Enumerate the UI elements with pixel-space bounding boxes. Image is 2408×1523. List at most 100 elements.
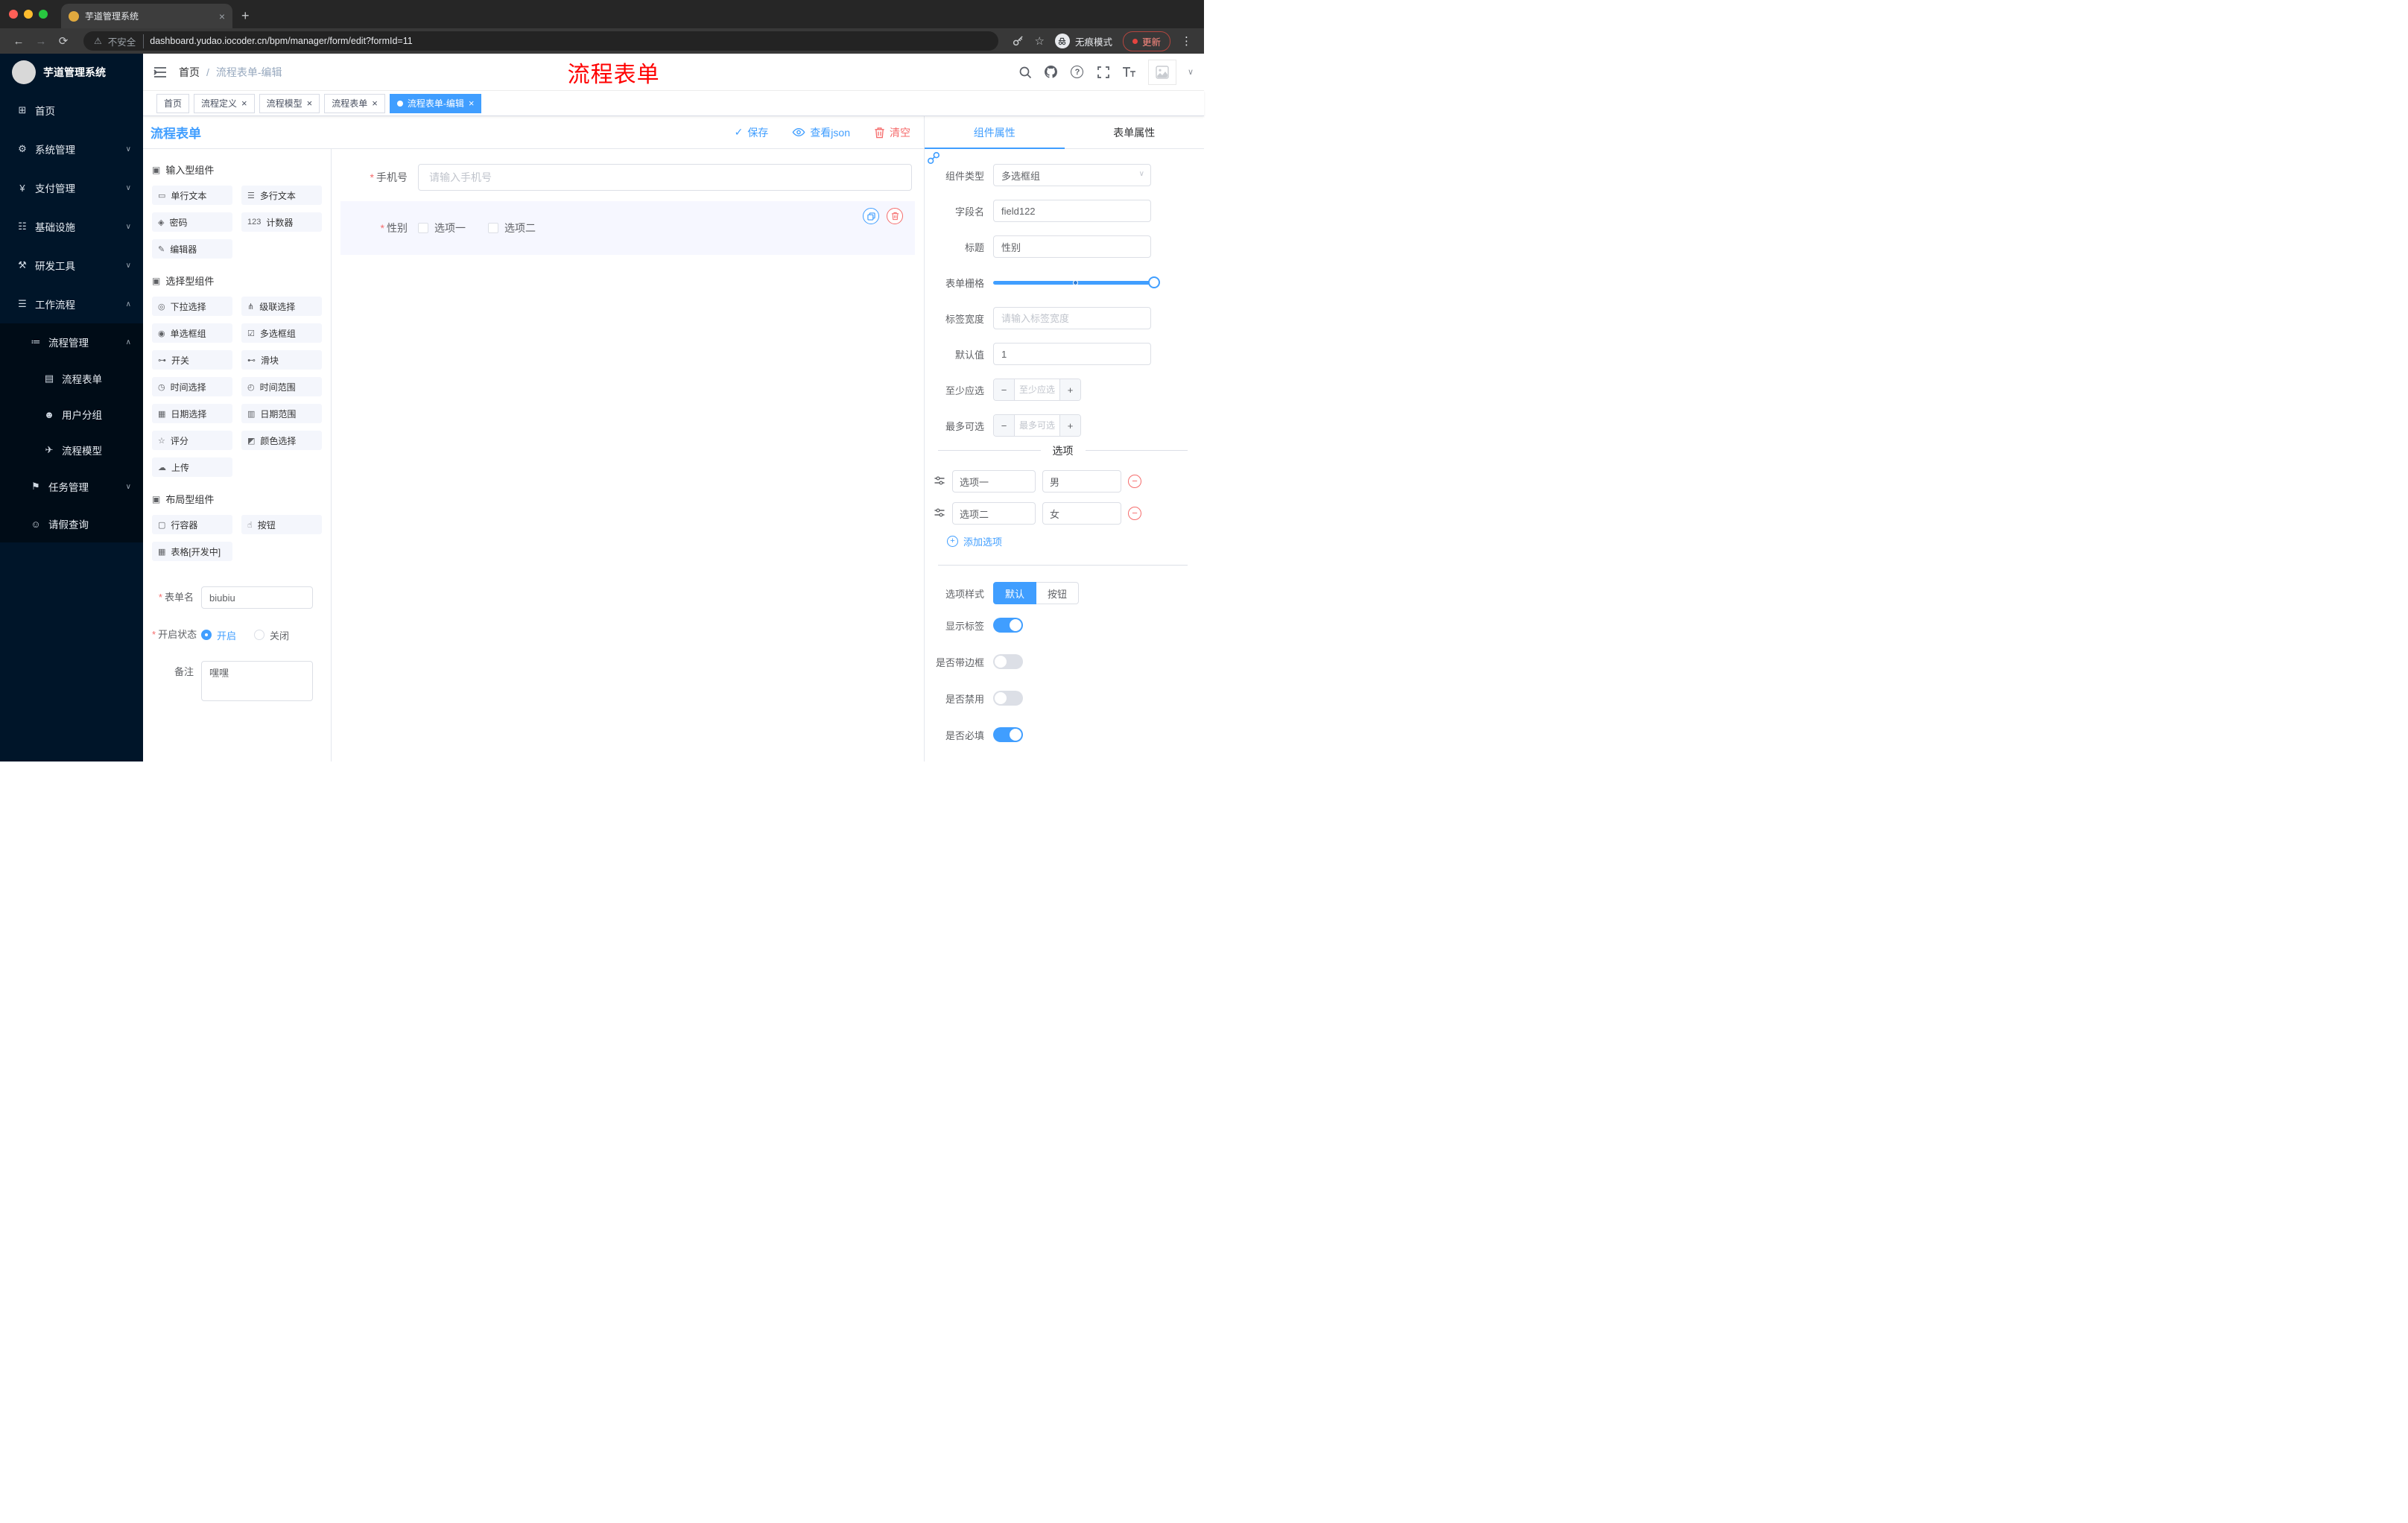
- form-grid-slider[interactable]: [993, 271, 1160, 294]
- reload-icon[interactable]: ⟳: [54, 34, 73, 48]
- sidebar-item-leave-query[interactable]: ☺ 请假查询: [0, 505, 143, 542]
- tag-close-icon[interactable]: ×: [372, 98, 378, 108]
- new-tab-button[interactable]: +: [241, 8, 250, 24]
- option-value-input[interactable]: [1042, 502, 1121, 525]
- delete-component-button[interactable]: [887, 208, 903, 224]
- sidebar-item-process-form[interactable]: ▤ 流程表单: [0, 361, 143, 396]
- window-zoom-button[interactable]: [39, 10, 48, 19]
- palette-item-time-picker[interactable]: ◷ 时间选择: [152, 377, 232, 396]
- slider-track[interactable]: [993, 276, 1160, 288]
- form-remark-textarea[interactable]: 嘿嘿: [201, 661, 313, 701]
- decrease-button[interactable]: −: [994, 379, 1015, 400]
- user-avatar[interactable]: [1147, 59, 1176, 85]
- sidebar-item-process-model[interactable]: ✈ 流程模型: [0, 432, 143, 468]
- option-label-input[interactable]: [952, 502, 1036, 525]
- add-option-button[interactable]: + 添加选项: [947, 534, 1192, 548]
- view-json-button[interactable]: 查看json: [792, 125, 850, 140]
- style-default-button[interactable]: 默认: [993, 582, 1037, 604]
- option-value-input[interactable]: [1042, 470, 1121, 493]
- palette-item-checkbox-group[interactable]: ☑ 多选框组: [241, 323, 322, 343]
- palette-item-upload[interactable]: ☁ 上传: [152, 457, 232, 477]
- palette-item-color-picker[interactable]: ◩ 颜色选择: [241, 431, 322, 450]
- search-icon[interactable]: [1018, 65, 1033, 80]
- form-name-input[interactable]: [201, 586, 313, 609]
- slider-handle[interactable]: [1148, 276, 1160, 288]
- default-value-input[interactable]: [993, 343, 1151, 365]
- address-bar[interactable]: ⚠ 不安全 dashboard.yudao.iocoder.cn/bpm/man…: [83, 31, 998, 51]
- sidebar-item-task-management[interactable]: ⚑ 任务管理 ∨: [0, 468, 143, 505]
- help-icon[interactable]: ?: [1070, 65, 1085, 80]
- required-toggle[interactable]: [993, 727, 1023, 742]
- style-button-button[interactable]: 按钮: [1036, 582, 1080, 604]
- design-canvas[interactable]: 手机号 性别: [332, 149, 924, 762]
- palette-item-slider[interactable]: ⊷ 滑块: [241, 350, 322, 370]
- window-minimize-button[interactable]: [24, 10, 33, 19]
- password-key-icon[interactable]: [1012, 35, 1024, 48]
- palette-item-password[interactable]: ◈ 密码: [152, 212, 232, 232]
- font-size-icon[interactable]: [1122, 65, 1137, 80]
- fullscreen-icon[interactable]: [1096, 65, 1111, 80]
- github-icon[interactable]: [1044, 65, 1059, 80]
- sidebar-item-workflow[interactable]: ☰ 工作流程 ∧: [0, 285, 143, 323]
- drag-handle-icon[interactable]: [934, 475, 945, 489]
- bookmark-star-icon[interactable]: ☆: [1035, 34, 1045, 48]
- remove-option-button[interactable]: −: [1128, 507, 1141, 520]
- tag-close-icon[interactable]: ×: [241, 98, 247, 108]
- remove-option-button[interactable]: −: [1128, 475, 1141, 488]
- palette-item-dropdown-select[interactable]: ◎ 下拉选择: [152, 297, 232, 316]
- tag-close-icon[interactable]: ×: [307, 98, 313, 108]
- palette-item-switch[interactable]: ⊶ 开关: [152, 350, 232, 370]
- palette-item-button[interactable]: ☝ 按钮: [241, 515, 322, 534]
- label-width-input[interactable]: [993, 307, 1151, 329]
- url-text[interactable]: dashboard.yudao.iocoder.cn/bpm/manager/f…: [150, 36, 412, 46]
- palette-item-date-range[interactable]: ▥ 日期范围: [241, 404, 322, 423]
- security-warning-icon[interactable]: ⚠: [94, 36, 102, 46]
- option-label-input[interactable]: [952, 470, 1036, 493]
- palette-item-row-container[interactable]: ▢ 行容器: [152, 515, 232, 534]
- tag-process-form[interactable]: 流程表单 ×: [324, 93, 385, 113]
- tag-close-icon[interactable]: ×: [469, 98, 475, 108]
- palette-item-radio-group[interactable]: ◉ 单选框组: [152, 323, 232, 343]
- tag-process-definition[interactable]: 流程定义 ×: [194, 93, 255, 113]
- avatar-caret-icon[interactable]: ∨: [1188, 67, 1194, 77]
- sidebar-item-process-management[interactable]: ≔ 流程管理 ∧: [0, 323, 143, 361]
- show-label-toggle[interactable]: [993, 618, 1023, 633]
- palette-item-editor[interactable]: ✎ 编辑器: [152, 239, 232, 259]
- gender-option1-checkbox[interactable]: 选项一: [418, 221, 466, 235]
- browser-menu-icon[interactable]: ⋮: [1181, 34, 1192, 48]
- breadcrumb-home[interactable]: 首页: [179, 65, 200, 80]
- sidebar-item-system[interactable]: ⚙ 系统管理 ∨: [0, 130, 143, 168]
- decrease-button[interactable]: −: [994, 415, 1015, 436]
- browser-tab[interactable]: 芋道管理系统 ×: [61, 4, 232, 28]
- palette-item-rate[interactable]: ☆ 评分: [152, 431, 232, 450]
- copy-component-button[interactable]: [863, 208, 879, 224]
- status-off-radio[interactable]: 关闭: [254, 628, 289, 642]
- border-toggle[interactable]: [993, 654, 1023, 669]
- drag-handle-icon[interactable]: [934, 507, 945, 521]
- sidebar-item-payment[interactable]: ¥ 支付管理 ∨: [0, 168, 143, 207]
- palette-item-table[interactable]: ▦ 表格[开发中]: [152, 542, 232, 561]
- title-input[interactable]: [993, 235, 1151, 258]
- tab-component-props[interactable]: 组件属性: [925, 116, 1065, 149]
- forward-icon[interactable]: →: [31, 35, 51, 48]
- palette-item-multi-line-text[interactable]: ☰ 多行文本: [241, 186, 322, 205]
- update-button[interactable]: 更新: [1122, 31, 1170, 51]
- increase-button[interactable]: +: [1059, 379, 1080, 400]
- palette-item-counter[interactable]: 123 计数器: [241, 212, 322, 232]
- min-select-input[interactable]: [1015, 379, 1059, 400]
- tag-process-model[interactable]: 流程模型 ×: [259, 93, 320, 113]
- increase-button[interactable]: +: [1059, 415, 1080, 436]
- gender-option2-checkbox[interactable]: 选项二: [488, 221, 536, 235]
- sidebar-item-home[interactable]: ⊞ 首页: [0, 91, 143, 130]
- tag-process-form-edit[interactable]: 流程表单-编辑 ×: [389, 93, 482, 113]
- status-on-radio[interactable]: 开启: [201, 628, 236, 642]
- canvas-field-gender-selected[interactable]: 性别 选项一 选项二: [340, 201, 915, 255]
- canvas-field-phone[interactable]: 手机号: [340, 162, 915, 192]
- palette-item-single-line-text[interactable]: ▭ 单行文本: [152, 186, 232, 205]
- field-name-input[interactable]: [993, 200, 1151, 222]
- max-select-input[interactable]: [1015, 415, 1059, 436]
- phone-field-input[interactable]: [418, 164, 912, 191]
- component-type-select[interactable]: 多选框组 ∨: [993, 164, 1151, 186]
- save-button[interactable]: ✓ 保存: [735, 125, 769, 140]
- sidebar-item-user-group[interactable]: ☻ 用户分组: [0, 396, 143, 432]
